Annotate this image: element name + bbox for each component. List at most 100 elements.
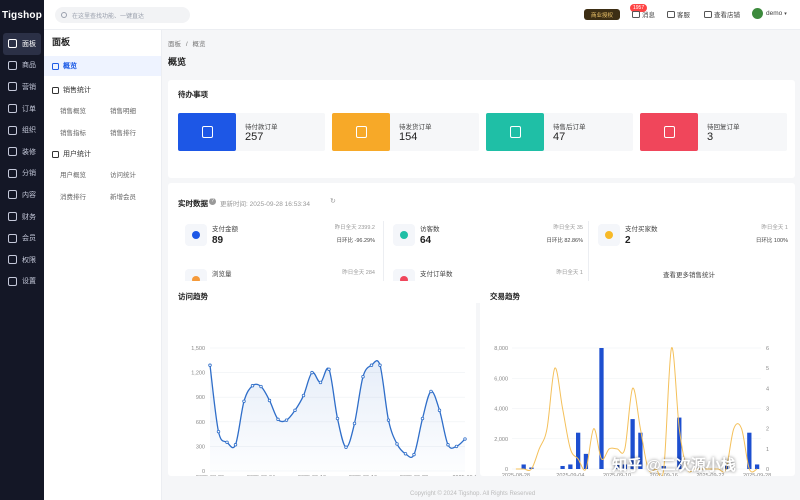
sub-item-overview[interactable]: 概览	[44, 56, 161, 76]
visit-point[interactable]	[403, 452, 408, 456]
sub-item-user-overview[interactable]: 用户概览	[60, 166, 110, 182]
breadcrumb-item[interactable]: 面板	[168, 41, 181, 48]
todo-item[interactable]: 待回复订单 3	[640, 113, 787, 151]
visit-point[interactable]	[318, 380, 323, 385]
metric-yesterday: 昨日全天 1	[556, 270, 583, 276]
nav-item-10[interactable]: 权限	[0, 249, 44, 271]
todo-label: 待售后订单	[553, 124, 586, 131]
visit-point[interactable]	[429, 389, 433, 394]
x-tick-label: 2025-09-22	[400, 475, 428, 476]
payment-bar[interactable]	[754, 464, 760, 469]
order-icon	[8, 104, 17, 114]
y2-tick-label: 2	[766, 427, 769, 433]
metric-daily-change: 日环比 100%	[755, 238, 788, 244]
coins-icon	[598, 224, 620, 246]
sub-item-new-members[interactable]: 新增会员	[110, 188, 160, 204]
todo-color-block	[178, 113, 236, 151]
visit-point[interactable]	[386, 418, 391, 422]
sub-group-users[interactable]: 用户统计	[44, 144, 161, 164]
visit-point[interactable]	[344, 445, 348, 449]
visit-point[interactable]	[437, 408, 442, 413]
nav-item-4[interactable]: 组织	[0, 119, 44, 141]
metric-label: 支付订单数	[420, 271, 453, 278]
metric-icon-dot	[400, 231, 408, 239]
metric-icon-dot	[192, 231, 200, 239]
sub-group-sales[interactable]: 销售统计	[44, 80, 161, 100]
order-icon	[201, 126, 213, 138]
payment-bar[interactable]	[560, 465, 565, 469]
metric-yesterday: 昨日全天 1	[761, 225, 788, 231]
visit-point[interactable]	[301, 393, 306, 398]
visit-point[interactable]	[352, 421, 357, 426]
metric-value: 2	[625, 235, 631, 246]
breadcrumb: 面板 / 概览	[168, 38, 205, 48]
visit-point[interactable]	[395, 442, 399, 446]
notice-button[interactable]: 消息	[632, 9, 655, 19]
visit-point[interactable]	[242, 399, 246, 403]
todo-value: 3	[707, 131, 714, 143]
visit-point[interactable]	[378, 363, 382, 367]
visit-point[interactable]	[216, 429, 221, 434]
visit-point[interactable]	[233, 443, 238, 447]
nav-item-5[interactable]: 装修	[0, 141, 44, 163]
search-input[interactable]: 在这里查找功能、一键直达	[55, 7, 190, 23]
payment-bar[interactable]	[568, 464, 573, 469]
nav-item-2[interactable]: 营销	[0, 76, 44, 98]
metric-value: 64	[420, 235, 432, 246]
metric-label: 访客数	[420, 226, 440, 233]
nav-item-6[interactable]: 分销	[0, 163, 44, 185]
visit-point[interactable]	[208, 363, 212, 367]
nav-item-label: 装修	[22, 148, 36, 156]
payment-bar[interactable]	[521, 464, 526, 469]
sub-item-sales-ranking[interactable]: 销售排行	[110, 124, 160, 140]
sub-item-spend-ranking[interactable]: 消费排行	[60, 188, 110, 204]
nav-item-3[interactable]: 订单	[0, 98, 44, 120]
visit-point[interactable]	[310, 370, 314, 375]
visit-point[interactable]	[369, 363, 374, 367]
visit-point[interactable]	[454, 444, 459, 449]
visit-point[interactable]	[463, 437, 467, 441]
visit-point[interactable]	[259, 384, 263, 389]
visit-point[interactable]	[276, 417, 280, 422]
visit-point[interactable]	[225, 440, 229, 444]
metric-value: 89	[212, 235, 224, 246]
todo-value: 154	[399, 131, 418, 143]
more-sales-stats-link[interactable]: 查看更多销售统计	[663, 269, 715, 279]
visit-point[interactable]	[361, 374, 365, 379]
visit-point[interactable]	[267, 398, 272, 403]
sub-item-sales-overview[interactable]: 销售概览	[60, 102, 110, 118]
nav-item-1[interactable]: 商品	[0, 55, 44, 77]
payment-bar[interactable]	[576, 432, 581, 469]
nav-item-9[interactable]: 会员	[0, 227, 44, 249]
todo-item[interactable]: 待售后订单 47	[486, 113, 633, 151]
nav-item-11[interactable]: 设置	[0, 271, 44, 293]
visit-point[interactable]	[412, 452, 416, 457]
sub-item-visit-stats[interactable]: 访问统计	[110, 166, 160, 182]
help-icon[interactable]: ?	[209, 198, 216, 205]
watermark: 知乎 @二次源小栈	[612, 457, 736, 474]
visit-point[interactable]	[446, 443, 450, 447]
visit-point[interactable]	[327, 367, 331, 372]
metric-card: 支付金额 89 昨日全天 2399.2 日环比 -96.29%	[185, 218, 375, 258]
service-button[interactable]: 客服	[667, 9, 690, 19]
vip-badge[interactable]: 商业授权	[584, 9, 620, 20]
nav-item-8[interactable]: 财务	[0, 206, 44, 228]
todo-item[interactable]: 待付款订单 257	[178, 113, 325, 151]
sub-item-sales-detail[interactable]: 销售明细	[110, 102, 160, 118]
sub-item-sales-metrics[interactable]: 销售指标	[60, 124, 110, 140]
nav-item-7[interactable]: 内容	[0, 184, 44, 206]
refresh-icon[interactable]: ↻	[330, 197, 336, 205]
todo-item[interactable]: 待发货订单 154	[332, 113, 479, 151]
y2-tick-label: 1	[766, 447, 769, 453]
visit-point[interactable]	[293, 408, 297, 413]
visit-point[interactable]	[420, 416, 425, 421]
user-menu[interactable]: demo ▾	[752, 8, 787, 19]
visit-point[interactable]	[335, 416, 340, 421]
visit-point[interactable]	[250, 384, 255, 388]
visit-point[interactable]	[284, 418, 289, 422]
share-icon	[8, 168, 17, 178]
view-store-button[interactable]: 查看店铺	[704, 9, 740, 19]
nav-item-0[interactable]: 面板	[3, 33, 41, 55]
x-tick-label: 2025-09-04	[247, 475, 275, 476]
payment-bar[interactable]	[599, 348, 604, 469]
